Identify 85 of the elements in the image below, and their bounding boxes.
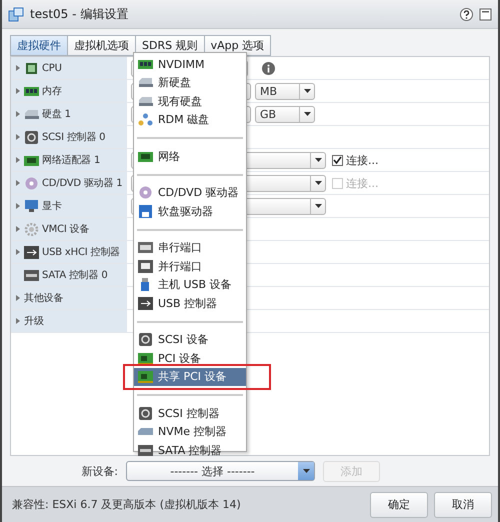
controller-icon xyxy=(138,406,153,420)
dialog-button[interactable]: 确定 xyxy=(370,492,428,518)
dialog-button[interactable]: 取消 xyxy=(434,492,492,518)
menu-item[interactable]: 共享 PCI 设备 xyxy=(134,368,246,386)
device-label: SCSI 控制器 0 xyxy=(42,130,106,144)
expand-arrow-icon[interactable] xyxy=(15,87,21,95)
caret-icon[interactable] xyxy=(314,158,322,162)
device-label: CD/DVD 驱动器 1 xyxy=(42,177,122,190)
controller-icon xyxy=(138,333,153,346)
tab[interactable]: 虚拟机选项 xyxy=(67,35,135,56)
device-label: 网络适配器 1 xyxy=(42,154,100,167)
device-label: 其他设备 xyxy=(24,292,64,305)
monitor-icon xyxy=(24,200,39,212)
floppy-icon xyxy=(138,204,153,218)
expand-arrow-icon[interactable] xyxy=(15,248,21,256)
network-card-icon xyxy=(24,154,39,166)
checkbox-label: 连接... xyxy=(346,152,378,168)
device-label: 内存 xyxy=(42,84,62,98)
unit-dropdown[interactable]: GB xyxy=(255,106,315,122)
sata-icon xyxy=(24,268,39,282)
expand-arrow-icon[interactable] xyxy=(15,156,21,164)
menu-item[interactable]: NVMe 控制器 xyxy=(134,422,246,441)
caret-icon[interactable] xyxy=(302,469,310,473)
device-label: SATA 控制器 0 xyxy=(42,268,108,282)
menu-item[interactable]: SCSI 控制器 xyxy=(134,404,246,422)
device-label: 硬盘 1 xyxy=(42,108,71,121)
device-label: 升级 xyxy=(24,314,44,328)
disk-drive-icon xyxy=(138,94,153,108)
pci-card-icon xyxy=(138,370,153,384)
menu-item[interactable]: 现有硬盘 xyxy=(134,92,246,110)
help-icon[interactable] xyxy=(460,8,473,20)
checkbox-label: 连接... xyxy=(346,176,378,190)
expand-arrow-icon[interactable] xyxy=(15,64,21,72)
memory-card-icon xyxy=(138,58,153,71)
menu-item[interactable]: NVDIMM xyxy=(134,55,246,74)
menu-item[interactable]: 并行端口 xyxy=(134,257,246,276)
caret-icon[interactable] xyxy=(314,181,322,185)
pci-card-icon xyxy=(138,352,153,365)
menu-item[interactable]: USB 控制器 xyxy=(134,294,246,312)
maximize-icon[interactable] xyxy=(479,8,492,20)
disc-icon xyxy=(138,186,153,200)
expand-arrow-icon[interactable] xyxy=(15,317,21,325)
menu-item[interactable]: PCI 设备 xyxy=(134,349,246,368)
chip-icon xyxy=(24,62,39,74)
menu-item[interactable]: 新硬盘 xyxy=(134,74,246,92)
menu-item[interactable]: 串行端口 xyxy=(134,238,246,257)
expand-arrow-icon[interactable] xyxy=(15,294,21,302)
usb-icon xyxy=(24,246,39,258)
window-icon xyxy=(8,6,24,22)
menu-item[interactable]: CD/DVD 驱动器 xyxy=(134,184,246,202)
window-title: test05 - 编辑设置 xyxy=(30,6,130,22)
usb-icon xyxy=(138,296,153,310)
parallel-port-icon xyxy=(138,260,153,273)
memory-card-icon xyxy=(24,84,39,98)
compatibility-text: 兼容性: ESXi 6.7 及更高版本 (虚拟机版本 14) xyxy=(12,497,242,512)
expand-arrow-icon[interactable] xyxy=(15,179,21,187)
controller-icon xyxy=(24,130,39,144)
device-label: VMCI 设备 xyxy=(42,223,90,236)
menu-item[interactable]: SCSI 设备 xyxy=(134,330,246,349)
device-dropdown[interactable]: ------- 选择 ------- xyxy=(126,461,315,481)
unit-dropdown[interactable]: MB xyxy=(255,82,315,100)
expand-arrow-icon[interactable] xyxy=(15,225,21,233)
device-label: USB xHCI 控制器 xyxy=(42,246,120,259)
menu-item[interactable]: 软盘驱动器 xyxy=(134,202,246,220)
caret-icon[interactable] xyxy=(314,204,322,208)
expand-arrow-icon[interactable] xyxy=(15,202,21,210)
expand-arrow-icon[interactable] xyxy=(15,110,21,118)
serial-port-icon xyxy=(138,241,153,254)
menu-item[interactable]: 主机 USB 设备 xyxy=(134,276,246,294)
checkbox[interactable] xyxy=(332,154,343,166)
network-nodes-icon xyxy=(138,113,153,126)
device-label: 显卡 xyxy=(42,200,62,213)
new-device-label: 新设备: xyxy=(80,464,119,478)
disk-drive-icon xyxy=(138,76,153,90)
caret-icon[interactable] xyxy=(304,89,310,93)
menu-item[interactable]: RDM 磁盘 xyxy=(134,110,246,129)
tab[interactable]: 虚拟硬件 xyxy=(10,35,67,56)
menu-item[interactable]: 网络 xyxy=(134,147,246,166)
disk-drive-icon xyxy=(24,108,39,120)
network-card-icon xyxy=(138,150,153,163)
device-label: CPU xyxy=(42,62,62,74)
expand-arrow-icon[interactable] xyxy=(15,133,21,141)
caret-icon[interactable] xyxy=(304,112,310,116)
disc-icon xyxy=(24,176,39,190)
gear-icon xyxy=(24,222,39,236)
